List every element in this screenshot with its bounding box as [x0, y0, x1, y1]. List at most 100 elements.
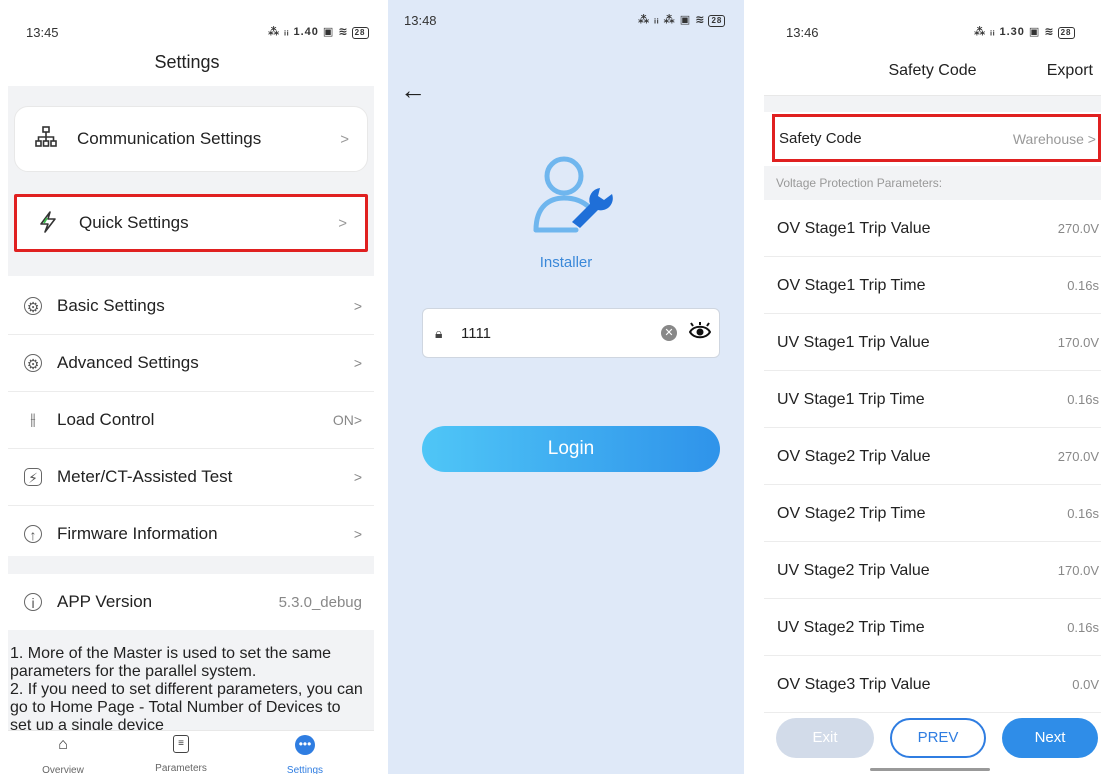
quick-settings-label: Quick Settings — [79, 213, 189, 232]
info-icon: i — [24, 593, 42, 611]
row-label: APP Version — [57, 592, 153, 611]
param-value: 270.0V — [1057, 449, 1099, 464]
param-label: UV Stage2 Trip Value — [777, 562, 930, 579]
app-version-row: i APP Version 5.3.0_debug — [8, 574, 374, 631]
communication-settings-card[interactable]: Communication Settings > — [14, 106, 368, 172]
upgrade-icon: ↑ — [24, 525, 42, 543]
tab-label: Parameters — [155, 763, 207, 774]
tab-parameters[interactable]: ≡ Parameters — [136, 735, 226, 774]
param-row[interactable]: UV Stage1 Trip Time 0.16s — [764, 371, 1101, 428]
password-value: 1111 — [461, 325, 492, 342]
section-divider — [8, 556, 374, 574]
status-icons-text: ⁂ ᵢᵢ ⁂ ▣ ≋ — [638, 14, 706, 26]
param-row[interactable]: OV Stage2 Trip Time 0.16s — [764, 485, 1101, 542]
network-icon — [33, 126, 59, 152]
param-label: UV Stage1 Trip Value — [777, 334, 930, 351]
advanced-settings-row[interactable]: ⚙ Advanced Settings > — [8, 335, 374, 392]
home-indicator — [870, 768, 990, 771]
param-row[interactable]: UV Stage2 Trip Value 170.0V — [764, 542, 1101, 599]
advanced-gear-icon: ⚙ — [24, 354, 42, 372]
tab-settings[interactable]: ••• Settings — [260, 735, 350, 774]
param-value: 0.16s — [1067, 506, 1099, 521]
installer-avatar-icon — [528, 150, 618, 240]
battery-icon: 28 — [351, 27, 369, 39]
eye-icon[interactable] — [688, 321, 712, 347]
param-row[interactable]: OV Stage3 Trip Value 0.0V — [764, 656, 1101, 713]
param-value: 0.16s — [1067, 278, 1099, 293]
note-text: 1. More of the Master is used to set the… — [10, 645, 363, 731]
app-version-value: 5.3.0_debug — [278, 593, 362, 611]
chevron-right-icon: > — [338, 214, 347, 232]
next-button[interactable]: Next — [1002, 718, 1098, 758]
chevron-right-icon: > — [353, 469, 362, 485]
param-row[interactable]: OV Stage1 Trip Time 0.16s — [764, 257, 1101, 314]
meter-ct-test-row[interactable]: ⚡ Meter/CT-Assisted Test > — [8, 449, 374, 506]
safety-code-value-wrap: Warehouse > — [1012, 131, 1096, 147]
prev-button[interactable]: PREV — [890, 718, 986, 758]
status-time: 13:48 — [404, 12, 437, 28]
param-row[interactable]: UV Stage2 Trip Time 0.16s — [764, 599, 1101, 656]
status-icons-text: ⁂ ᵢᵢ 1.40 ▣ ≋ — [268, 26, 349, 38]
row-label: Basic Settings — [57, 296, 165, 315]
param-value: 270.0V — [1057, 221, 1099, 236]
safety-code-screen: 13:46 ⁂ ᵢᵢ 1.30 ▣ ≋ 28 Safety Code Export… — [764, 0, 1101, 774]
lightning-icon — [35, 210, 61, 236]
gear-icon: ⚙ — [24, 297, 42, 315]
battery-icon: 28 — [1057, 27, 1075, 39]
chevron-right-icon: > — [353, 355, 362, 371]
param-label: OV Stage2 Trip Value — [777, 448, 931, 465]
header: Safety Code Export — [764, 46, 1101, 96]
safety-code-label: Safety Code — [779, 130, 862, 147]
tab-label: Overview — [42, 765, 84, 774]
bottom-tab-bar: ⌂ Overview ≡ Parameters ••• Settings — [8, 730, 374, 774]
communication-settings-label: Communication Settings — [77, 129, 262, 148]
firmware-information-row[interactable]: ↑ Firmware Information > — [8, 506, 374, 563]
section-divider — [764, 96, 1101, 112]
clear-icon[interactable]: ✕ — [661, 325, 677, 341]
password-field[interactable]: 🔒︎ 1111 ✕ — [422, 308, 720, 358]
exit-button[interactable]: Exit — [776, 718, 874, 758]
quick-settings-card[interactable]: Quick Settings > — [14, 194, 368, 252]
status-time: 13:46 — [786, 24, 819, 40]
param-row[interactable]: OV Stage2 Trip Value 270.0V — [764, 428, 1101, 485]
status-icons: ⁂ ᵢᵢ 1.40 ▣ ≋ 28 — [268, 25, 369, 39]
chevron-right-icon: > — [353, 526, 362, 542]
status-bar: 13:45 ⁂ ᵢᵢ 1.40 ▣ ≋ 28 — [0, 18, 374, 46]
meter-icon: ⚡ — [24, 468, 42, 486]
section-header: Voltage Protection Parameters: — [764, 166, 1101, 200]
sliders-icon: ⫲ — [30, 411, 36, 428]
param-row[interactable]: UV Stage1 Trip Value 170.0V — [764, 314, 1101, 371]
home-icon: ⌂ — [58, 736, 68, 753]
load-control-row[interactable]: ⫲ Load Control ON> — [8, 392, 374, 449]
tab-label: Settings — [286, 765, 324, 774]
export-button[interactable]: Export — [1047, 62, 1093, 80]
lock-icon: 🔒︎ — [435, 325, 443, 341]
param-value: 0.16s — [1067, 392, 1099, 407]
settings-screen: 13:45 ⁂ ᵢᵢ 1.40 ▣ ≋ 28 Settings Communica… — [0, 0, 374, 774]
status-icons-text: ⁂ ᵢᵢ 1.30 ▣ ≋ — [974, 26, 1055, 38]
document-icon: ≡ — [173, 735, 189, 753]
param-label: OV Stage2 Trip Time — [777, 505, 926, 522]
login-button[interactable]: Login — [422, 426, 720, 472]
param-value: 170.0V — [1057, 563, 1099, 578]
safety-code-row[interactable]: Safety Code Warehouse > — [772, 114, 1101, 162]
param-row[interactable]: OV Stage1 Trip Value 270.0V — [764, 200, 1101, 257]
page-title: Settings — [154, 52, 220, 72]
status-bar: 13:48 ⁂ ᵢᵢ ⁂ ▣ ≋ 28 — [388, 6, 744, 34]
param-label: UV Stage1 Trip Time — [777, 391, 925, 408]
chevron-right-icon: > — [340, 130, 349, 148]
battery-icon: 28 — [708, 15, 726, 27]
role-label: Installer — [539, 254, 593, 271]
row-label: Firmware Information — [57, 524, 218, 543]
section-label: Voltage Protection Parameters: — [776, 176, 943, 190]
basic-settings-row[interactable]: ⚙ Basic Settings > — [8, 278, 374, 335]
status-icons: ⁂ ᵢᵢ 1.30 ▣ ≋ 28 — [974, 25, 1075, 39]
row-label: Advanced Settings — [57, 353, 199, 372]
status-bar: 13:46 ⁂ ᵢᵢ 1.30 ▣ ≋ 28 — [764, 18, 1101, 46]
load-control-value: ON> — [332, 412, 362, 428]
param-label: UV Stage2 Trip Time — [777, 619, 925, 636]
tab-overview[interactable]: ⌂ Overview — [18, 735, 108, 774]
chevron-right-icon: > — [353, 298, 362, 314]
load-control-status: ON — [332, 412, 354, 428]
back-arrow-icon[interactable]: ← — [400, 75, 426, 106]
